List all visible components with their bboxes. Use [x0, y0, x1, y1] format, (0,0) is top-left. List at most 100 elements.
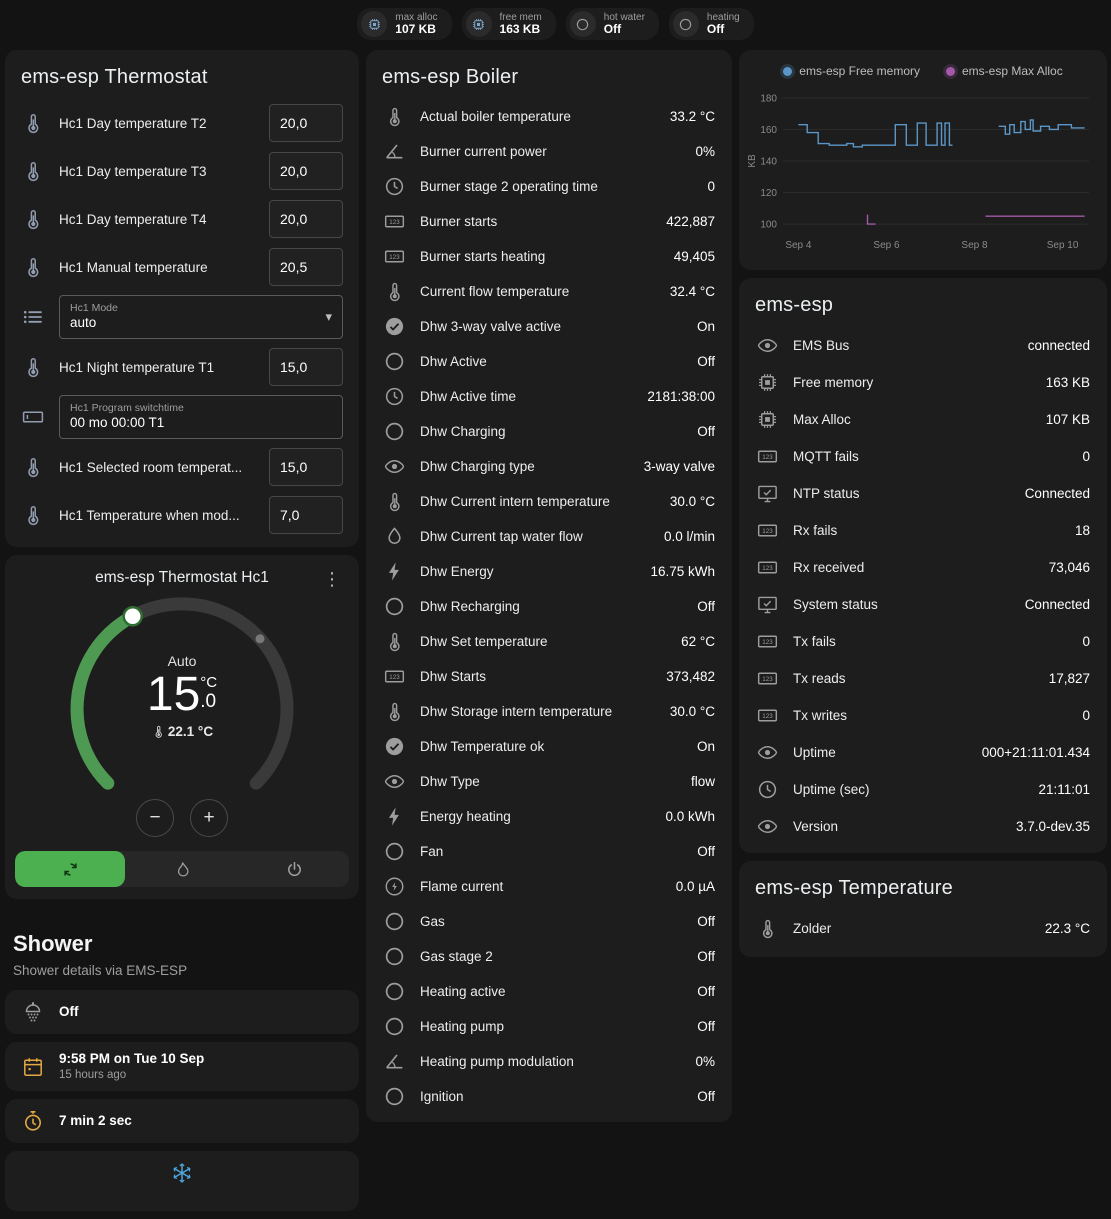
entity-row[interactable]: Heating pump Off: [366, 1009, 732, 1044]
hvac-mode-buttons: [15, 851, 349, 887]
entity-row[interactable]: Dhw Current tap water flow 0.0 l/min: [366, 519, 732, 554]
shower-entity-card[interactable]: 7 min 2 sec: [5, 1099, 359, 1143]
status-badge[interactable]: heating Off: [669, 8, 754, 40]
entity-row[interactable]: Gas stage 2 Off: [366, 939, 732, 974]
entity-row[interactable]: Dhw Current intern temperature 30.0 °C: [366, 484, 732, 519]
entity-row[interactable]: 123 Rx received 73,046: [739, 549, 1107, 586]
shower-entity-card[interactable]: Off: [5, 990, 359, 1034]
more-options-icon[interactable]: ⋮: [317, 567, 347, 592]
entity-row[interactable]: Dhw Recharging Off: [366, 589, 732, 624]
entity-row[interactable]: 123 Tx writes 0: [739, 697, 1107, 734]
thermometer-icon: [383, 700, 406, 723]
entity-row[interactable]: Heating active Off: [366, 974, 732, 1009]
text-input[interactable]: Hc1 Program switchtime 00 mo 00:00 T1: [59, 395, 343, 439]
shower-entity-card[interactable]: 9:58 PM on Tue 10 Sep 15 hours ago: [5, 1042, 359, 1091]
entity-row[interactable]: Dhw Set temperature 62 °C: [366, 624, 732, 659]
entity-row[interactable]: 123 Rx fails 18: [739, 512, 1107, 549]
entity-row[interactable]: Burner stage 2 operating time 0: [366, 169, 732, 204]
number-input[interactable]: 20,0: [269, 152, 343, 190]
entity-label: Dhw Set temperature: [420, 634, 667, 649]
entity-row[interactable]: Burner current power 0%: [366, 134, 732, 169]
entity-row[interactable]: Hc1 Mode auto ▾: [5, 291, 359, 343]
entity-row[interactable]: EMS Bus connected: [739, 327, 1107, 364]
number-input[interactable]: 20,0: [269, 104, 343, 142]
entity-row[interactable]: Flame current 0.0 µA: [366, 869, 732, 904]
entity-label: Gas: [420, 914, 683, 929]
number-input[interactable]: 20,5: [269, 248, 343, 286]
legend-item[interactable]: ems-esp Max Alloc: [946, 64, 1063, 78]
entity-row[interactable]: Uptime 000+21:11:01.434: [739, 734, 1107, 771]
card-title: ems-esp Temperature: [739, 861, 1107, 910]
flash-icon: [383, 560, 406, 583]
legend-item[interactable]: ems-esp Free memory: [783, 64, 920, 78]
entity-value: 30.0 °C: [670, 494, 715, 509]
middle-column: ems-esp Boiler Actual boiler temperature…: [366, 50, 732, 1130]
decrease-temp-button[interactable]: −: [136, 799, 174, 837]
entity-row[interactable]: Free memory 163 KB: [739, 364, 1107, 401]
number-input[interactable]: 15,0: [269, 448, 343, 486]
number-input[interactable]: 20,0: [269, 200, 343, 238]
entity-value: On: [697, 319, 715, 334]
mode-select[interactable]: Hc1 Mode auto ▾: [59, 295, 343, 339]
entity-row[interactable]: Ignition Off: [366, 1079, 732, 1114]
entity-row[interactable]: 123 Tx reads 17,827: [739, 660, 1107, 697]
entity-row[interactable]: Dhw Temperature ok On: [366, 729, 732, 764]
hvac-mode-button[interactable]: [127, 851, 237, 887]
entity-row[interactable]: Max Alloc 107 KB: [739, 401, 1107, 438]
climate-partial-card[interactable]: [5, 1151, 359, 1211]
entity-row[interactable]: Hc1 Day temperature T2 20,0: [5, 99, 359, 147]
entity-row[interactable]: 123 Burner starts heating 49,405: [366, 239, 732, 274]
entity-row[interactable]: Dhw 3-way valve active On: [366, 309, 732, 344]
top-badges-bar: max alloc 107 KB free mem 163 KB hot wat…: [0, 0, 1111, 50]
entity-row[interactable]: Hc1 Day temperature T4 20,0: [5, 195, 359, 243]
snowflake-icon: [170, 1161, 194, 1185]
entity-row[interactable]: Actual boiler temperature 33.2 °C: [366, 99, 732, 134]
entity-row[interactable]: Dhw Active time 2181:38:00: [366, 379, 732, 414]
entity-row[interactable]: Dhw Energy 16.75 kWh: [366, 554, 732, 589]
svg-text:Sep 6: Sep 6: [873, 240, 900, 251]
entity-row[interactable]: Heating pump modulation 0%: [366, 1044, 732, 1079]
entity-row[interactable]: Gas Off: [366, 904, 732, 939]
entity-label: Hc1 Manual temperature: [59, 260, 255, 275]
entity-row[interactable]: Dhw Storage intern temperature 30.0 °C: [366, 694, 732, 729]
entity-row[interactable]: 123 Tx fails 0: [739, 623, 1107, 660]
entity-row[interactable]: Fan Off: [366, 834, 732, 869]
entity-row[interactable]: 123 Burner starts 422,887: [366, 204, 732, 239]
entity-label: Dhw Storage intern temperature: [420, 704, 656, 719]
entity-row[interactable]: Hc1 Selected room temperat... 15,0: [5, 443, 359, 491]
entity-row[interactable]: Dhw Type flow: [366, 764, 732, 799]
entity-row[interactable]: Hc1 Day temperature T3 20,0: [5, 147, 359, 195]
entity-row[interactable]: System status Connected: [739, 586, 1107, 623]
entity-row[interactable]: Zolder 22.3 °C: [739, 910, 1107, 947]
number-input[interactable]: 15,0: [269, 348, 343, 386]
entity-row[interactable]: Hc1 Program switchtime 00 mo 00:00 T1: [5, 391, 359, 443]
entity-value: 22.3 °C: [1045, 921, 1090, 936]
entity-row[interactable]: Current flow temperature 32.4 °C: [366, 274, 732, 309]
hvac-mode-button[interactable]: [239, 851, 349, 887]
dashboard: ems-esp Thermostat Hc1 Day temperature T…: [0, 50, 1111, 1219]
entity-row[interactable]: 123 MQTT fails 0: [739, 438, 1107, 475]
entity-label: Free memory: [793, 375, 1032, 390]
entity-label: Max Alloc: [793, 412, 1032, 427]
shower-card-primary: 7 min 2 sec: [59, 1113, 132, 1130]
entity-row[interactable]: Hc1 Night temperature T1 15,0: [5, 343, 359, 391]
entity-row[interactable]: Hc1 Temperature when mod... 7,0: [5, 491, 359, 539]
entity-row[interactable]: Energy heating 0.0 kWh: [366, 799, 732, 834]
entity-row[interactable]: Hc1 Manual temperature 20,5: [5, 243, 359, 291]
status-badge[interactable]: max alloc 107 KB: [357, 8, 451, 40]
entity-row[interactable]: Dhw Active Off: [366, 344, 732, 379]
dial-handle[interactable]: [124, 607, 142, 625]
entity-row[interactable]: Dhw Charging type 3-way valve: [366, 449, 732, 484]
entity-row[interactable]: Dhw Charging Off: [366, 414, 732, 449]
entity-label: Hc1 Day temperature T2: [59, 116, 255, 131]
status-badge[interactable]: free mem 163 KB: [462, 8, 556, 40]
entity-row[interactable]: 123 Dhw Starts 373,482: [366, 659, 732, 694]
number-input[interactable]: 7,0: [269, 496, 343, 534]
thermometer-icon: [21, 503, 45, 527]
entity-row[interactable]: Version 3.7.0-dev.35: [739, 808, 1107, 845]
increase-temp-button[interactable]: +: [190, 799, 228, 837]
entity-row[interactable]: NTP status Connected: [739, 475, 1107, 512]
hvac-mode-button[interactable]: [15, 851, 125, 887]
status-badge[interactable]: hot water Off: [566, 8, 659, 40]
entity-row[interactable]: Uptime (sec) 21:11:01: [739, 771, 1107, 808]
